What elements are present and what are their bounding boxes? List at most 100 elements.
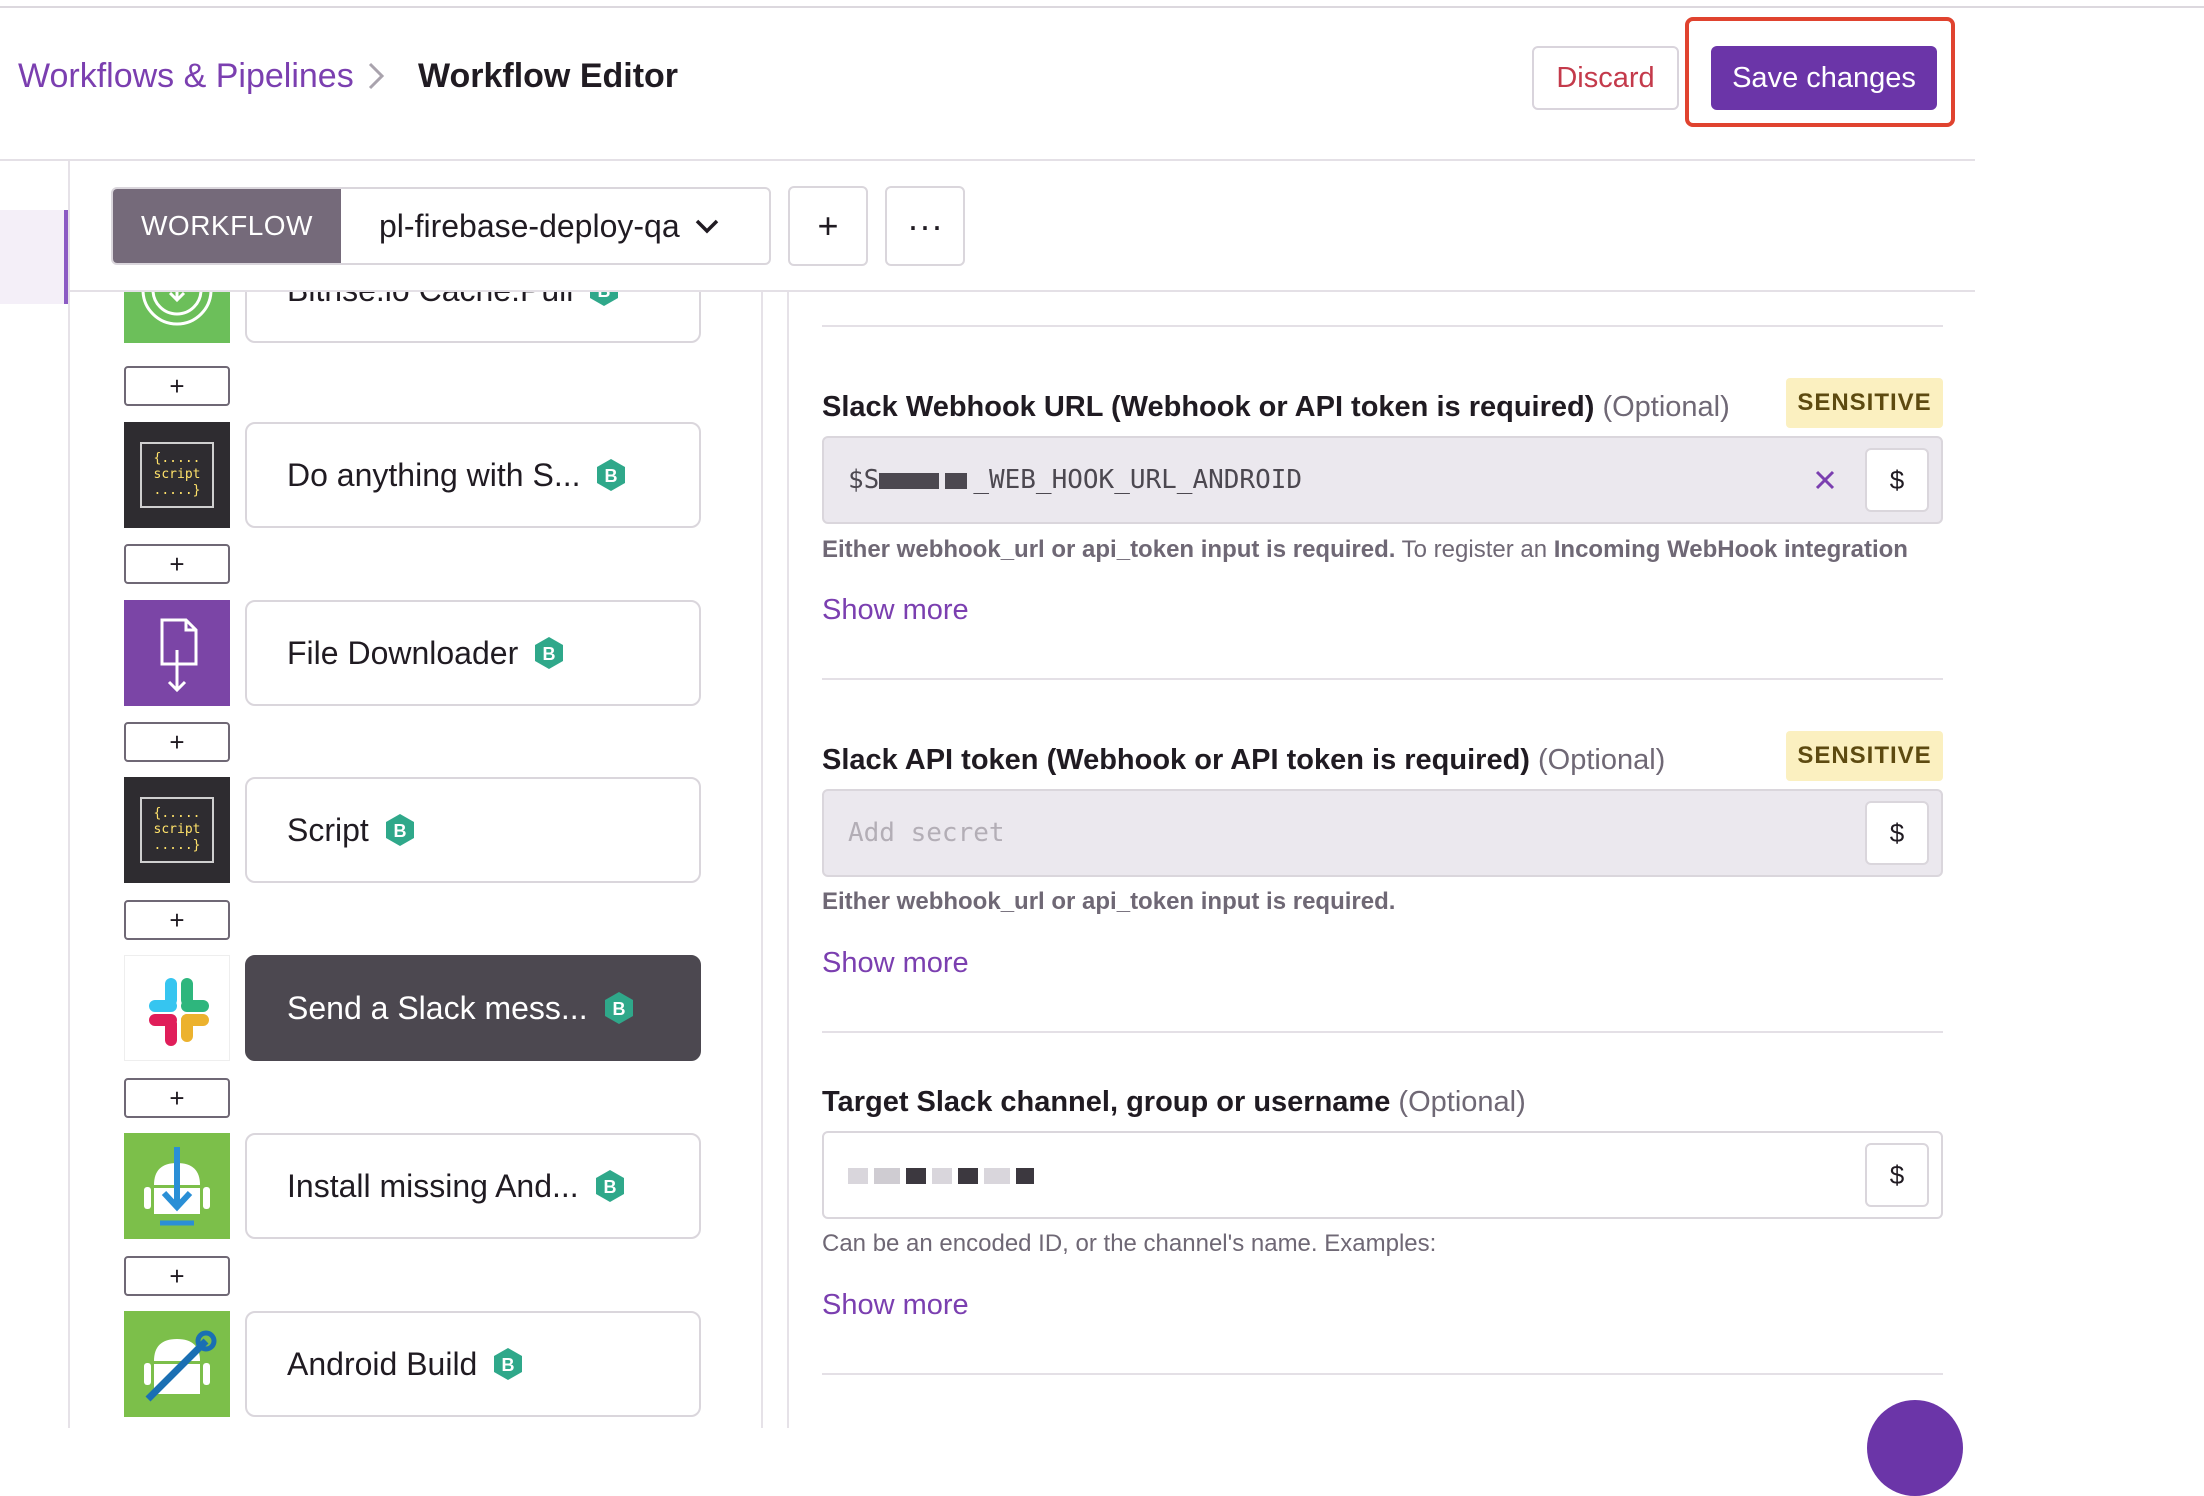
sidebar-divider: [68, 161, 70, 1428]
script-icon-line: script: [153, 822, 201, 837]
add-step-button[interactable]: +: [124, 1256, 230, 1296]
webhook-url-value-prefix: $S: [848, 465, 880, 495]
redacted-block: [848, 1167, 868, 1184]
help-fade: [822, 566, 1943, 588]
badge-letter: B: [598, 292, 611, 301]
dollar-icon: $: [1889, 464, 1905, 495]
section-divider: [822, 1373, 1943, 1375]
step-title: Bitrise.io Cache:Pull: [287, 292, 573, 309]
workflow-dropdown[interactable]: pl-firebase-deploy-qa: [341, 189, 769, 263]
step-card-cache-pull[interactable]: Bitrise.io Cache:Pull B: [245, 292, 701, 343]
plus-icon: +: [169, 904, 185, 935]
optional-tag: (Optional): [1538, 744, 1666, 776]
step-title: Android Build: [287, 1345, 478, 1382]
slack-icon[interactable]: [124, 955, 230, 1061]
redacted-block: [984, 1167, 1010, 1184]
bitrise-verified-badge-icon: B: [535, 637, 564, 669]
script-icon[interactable]: {..... script .....}: [124, 777, 230, 883]
inputs-panel-divider: [787, 292, 789, 1428]
help-bold: Either webhook_url or api_token input is…: [822, 536, 1396, 563]
insert-variable-button[interactable]: $: [1865, 448, 1929, 512]
add-workflow-button[interactable]: +: [788, 186, 868, 266]
step-list: Bitrise.io Cache:Pull B + {..... script …: [110, 292, 710, 1428]
section-divider: [822, 1031, 1943, 1033]
help-bold: Incoming WebHook integration: [1553, 536, 1908, 563]
show-more-link[interactable]: Show more: [822, 594, 969, 627]
bitrise-verified-badge-icon: B: [494, 1348, 523, 1380]
plus-icon: +: [169, 726, 185, 757]
plus-icon: +: [169, 548, 185, 579]
webhook-url-value[interactable]: $S _WEB_HOOK_URL_ANDROID: [824, 465, 1805, 495]
step-card-script[interactable]: Script B: [245, 777, 701, 883]
badge-letter: B: [543, 644, 556, 664]
save-highlight-box: [1685, 17, 1955, 127]
help-bold: Either webhook_url or api_token input is…: [822, 888, 1396, 915]
webhook-url-label: Slack Webhook URL (Webhook or API token …: [822, 391, 1730, 424]
plus-icon: +: [817, 205, 839, 246]
sidebar-active-item[interactable]: [0, 210, 68, 304]
step-card-file-downloader[interactable]: File Downloader B: [245, 600, 701, 706]
redacted-block: [906, 1167, 926, 1184]
section-divider: [822, 325, 1943, 327]
android-install-icon[interactable]: [124, 1133, 230, 1239]
support-chat-button[interactable]: [1867, 1400, 1963, 1496]
sensitive-badge: SENSITIVE: [1786, 378, 1943, 428]
step-title: Do anything with S...: [287, 456, 581, 493]
show-more-link[interactable]: Show more: [822, 947, 969, 980]
badge-letter: B: [605, 466, 618, 486]
chevron-right-icon: [368, 62, 385, 90]
clear-value-icon[interactable]: [1805, 460, 1845, 500]
api-token-label: Slack API token (Webhook or API token is…: [822, 744, 1665, 777]
add-step-button[interactable]: +: [124, 900, 230, 940]
webhook-url-field[interactable]: $S _WEB_HOOK_URL_ANDROID $: [822, 436, 1943, 524]
more-options-button[interactable]: ···: [885, 186, 965, 266]
channel-help: Can be an encoded ID, or the channel's n…: [822, 1230, 1437, 1257]
add-step-button[interactable]: +: [124, 722, 230, 762]
dollar-icon: $: [1889, 1159, 1905, 1190]
workflow-selector[interactable]: WORKFLOW pl-firebase-deploy-qa: [111, 187, 771, 265]
discard-button[interactable]: Discard: [1532, 46, 1679, 110]
insert-variable-button[interactable]: $: [1865, 1143, 1929, 1207]
badge-letter: B: [502, 1355, 515, 1375]
add-step-button[interactable]: +: [124, 366, 230, 406]
show-more-link[interactable]: Show more: [822, 1289, 969, 1322]
step-card-send-slack-message[interactable]: Send a Slack mess... B: [245, 955, 701, 1061]
section-divider: [822, 678, 1943, 680]
add-step-button[interactable]: +: [124, 544, 230, 584]
android-build-icon[interactable]: [124, 1311, 230, 1417]
help-text: To register an: [1395, 536, 1554, 563]
top-border: [0, 6, 2204, 8]
step-title: File Downloader: [287, 634, 519, 671]
dollar-icon: $: [1889, 817, 1905, 848]
redacted-block: [1016, 1167, 1034, 1184]
header-divider: [0, 159, 1975, 161]
badge-letter: B: [393, 821, 406, 841]
page-title: Workflow Editor: [418, 57, 679, 95]
bitrise-verified-badge-icon: B: [385, 814, 414, 846]
optional-tag: (Optional): [1398, 1086, 1526, 1118]
api-token-input[interactable]: Add secret: [824, 818, 1865, 848]
channel-value-redacted[interactable]: [824, 1160, 1865, 1190]
badge-letter: B: [603, 1177, 616, 1197]
plus-icon: +: [169, 370, 185, 401]
script-icon-line: .....}: [153, 483, 201, 498]
plus-icon: +: [169, 1082, 185, 1113]
insert-variable-button[interactable]: $: [1865, 801, 1929, 865]
redacted-block: [958, 1167, 978, 1184]
api-token-field[interactable]: Add secret $: [822, 789, 1943, 877]
channel-field[interactable]: $: [822, 1131, 1943, 1219]
add-step-button[interactable]: +: [124, 1078, 230, 1118]
bitrise-verified-badge-icon: B: [595, 1170, 624, 1202]
step-card-install-missing-android[interactable]: Install missing And... B: [245, 1133, 701, 1239]
script-icon-line: script: [153, 467, 201, 482]
file-download-icon[interactable]: [124, 600, 230, 706]
step-card-android-build[interactable]: Android Build B: [245, 1311, 701, 1417]
step-card-do-anything-script[interactable]: Do anything with S... B: [245, 422, 701, 528]
badge-letter: B: [612, 999, 625, 1019]
script-icon[interactable]: {..... script .....}: [124, 422, 230, 528]
optional-tag: (Optional): [1602, 391, 1730, 423]
breadcrumb-workflows-link[interactable]: Workflows & Pipelines: [18, 57, 354, 96]
script-icon-line: {.....: [153, 806, 201, 821]
cache-pull-icon[interactable]: [124, 292, 230, 343]
channel-label-text: Target Slack channel, group or username: [822, 1086, 1391, 1118]
